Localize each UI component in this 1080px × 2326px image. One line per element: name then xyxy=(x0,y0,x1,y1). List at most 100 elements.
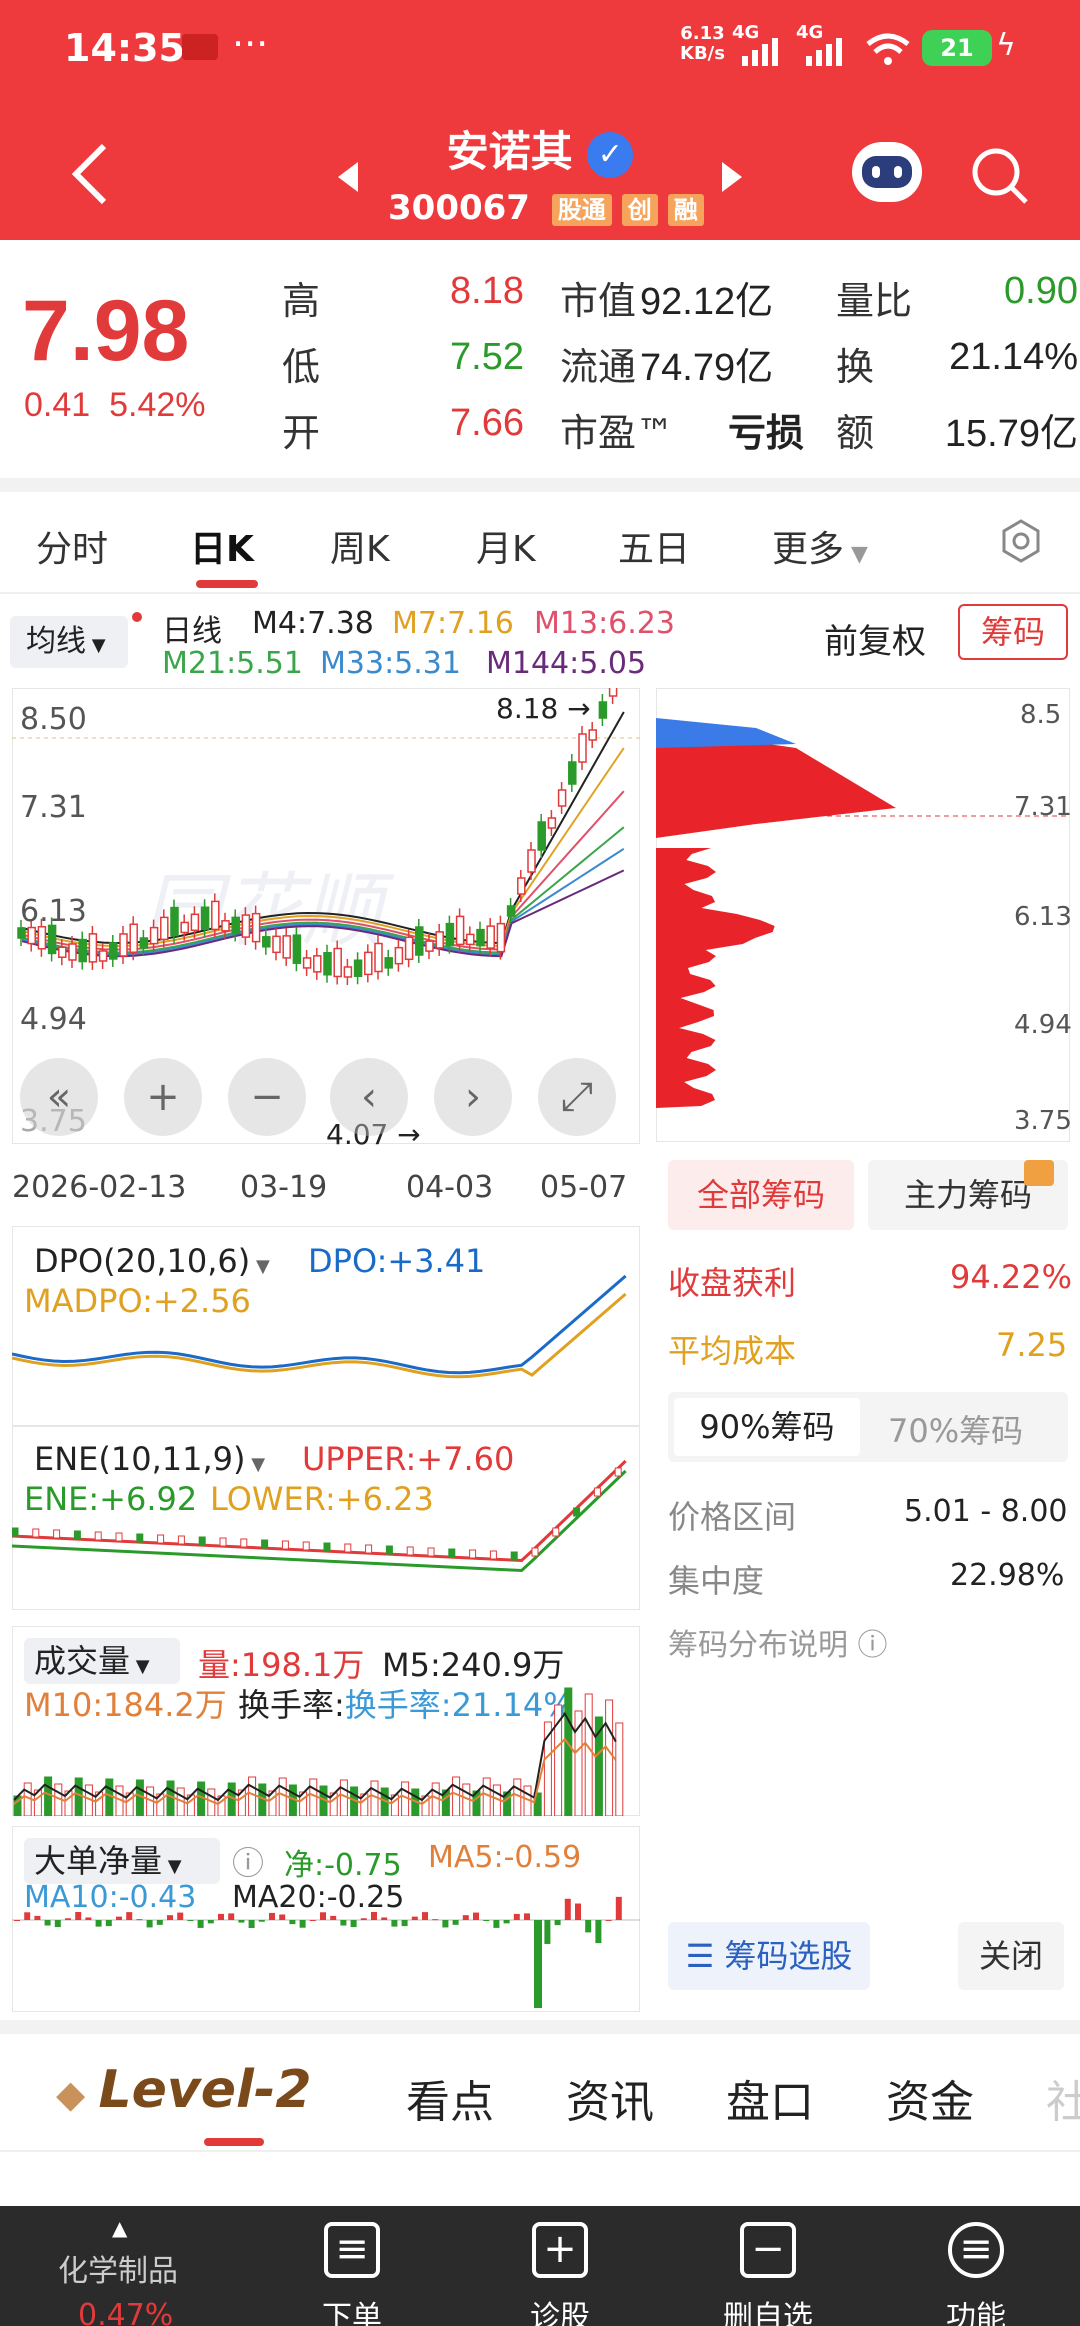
big-order-bar xyxy=(503,1920,510,1924)
robot-assistant-icon[interactable] xyxy=(852,142,922,202)
order-button[interactable]: 下单 xyxy=(282,2292,422,2326)
candle xyxy=(27,926,36,945)
remove-watchlist-icon[interactable]: − xyxy=(740,2222,796,2278)
tab-monthly-k[interactable]: 月K xyxy=(476,520,536,572)
ene-candle xyxy=(32,1528,40,1538)
big-order-bar xyxy=(524,1913,530,1920)
ene-candle xyxy=(177,1535,185,1545)
info-tab-orderbook[interactable]: 盘口 xyxy=(726,2066,814,2130)
tab-daily-k[interactable]: 日K xyxy=(190,520,254,572)
diagnose-icon[interactable]: + xyxy=(532,2222,588,2278)
ene-candle xyxy=(12,1527,19,1537)
sector-pct: 0.47% xyxy=(78,2298,174,2326)
chips-button[interactable]: 筹码 xyxy=(958,604,1068,660)
big-order-bar xyxy=(218,1913,224,1920)
p90-tab[interactable]: 90%筹码 xyxy=(674,1398,860,1456)
big-order-bar xyxy=(360,1918,367,1920)
big-order-bar xyxy=(269,1912,275,1920)
ma-selector[interactable]: 均线 ▼ xyxy=(10,616,128,668)
volume-chart xyxy=(13,1687,624,1816)
ene-candle xyxy=(552,1527,560,1537)
info-tab-news[interactable]: 资讯 xyxy=(566,2066,654,2130)
tab-intraday[interactable]: 分时 xyxy=(36,520,108,572)
candle xyxy=(476,928,485,947)
ene-candle xyxy=(323,1542,331,1552)
current-price: 7.98 xyxy=(22,283,190,379)
candle xyxy=(598,701,608,719)
functions-button[interactable]: 功能 xyxy=(906,2292,1046,2326)
fullscreen-icon[interactable]: ⤢ xyxy=(538,1058,616,1136)
candle xyxy=(251,912,261,943)
info-tab-highlights[interactable]: 看点 xyxy=(406,2066,494,2130)
chips-all-tab[interactable]: 全部筹码 xyxy=(668,1160,854,1230)
big-order-bar xyxy=(575,1903,581,1920)
candle xyxy=(109,942,118,960)
adjust-label[interactable]: 前复权 xyxy=(824,614,926,663)
big-order-bar xyxy=(462,1915,469,1920)
period-label: 日线 xyxy=(162,614,222,649)
sector-name[interactable]: 化学制品 xyxy=(58,2246,178,2290)
big-order-bar xyxy=(167,1915,173,1920)
charging-icon: ϟ xyxy=(996,28,1016,63)
price-change: 0.41 5.42% xyxy=(24,386,206,424)
candle xyxy=(282,935,291,959)
date-label-3: 04-03 xyxy=(406,1170,494,1205)
candle xyxy=(139,937,149,949)
order-icon[interactable]: ≡ xyxy=(324,2222,380,2278)
big-order-bar xyxy=(14,1920,20,1921)
info-tab-funds[interactable]: 资金 xyxy=(886,2066,974,2130)
next-stock-icon[interactable] xyxy=(720,160,744,194)
chips-select-button[interactable]: ☰ 筹码选股 xyxy=(668,1922,870,1990)
zoom-out-icon[interactable]: − xyxy=(228,1058,306,1136)
separator-2 xyxy=(0,2020,1080,2034)
candle xyxy=(211,900,220,931)
date-label-1: 2026-02-13 xyxy=(12,1170,187,1205)
scroll-left-icon[interactable]: « xyxy=(20,1058,98,1136)
move-right-icon[interactable]: › xyxy=(434,1058,512,1136)
candle xyxy=(445,922,455,947)
ma33-value: M33:5.31 xyxy=(320,646,461,681)
ene-candle xyxy=(614,1467,622,1477)
diagnose-button[interactable]: 诊股 xyxy=(490,2292,630,2326)
move-left-icon[interactable]: ‹ xyxy=(330,1058,408,1136)
candle xyxy=(149,926,159,945)
functions-icon[interactable]: ≡ xyxy=(948,2222,1004,2278)
big-order-bar xyxy=(534,1920,542,2008)
candle xyxy=(78,938,87,963)
search-icon[interactable] xyxy=(970,146,1030,206)
tab-more[interactable]: 更多 ▼ xyxy=(772,520,868,572)
zoom-in-icon[interactable]: + xyxy=(124,1058,202,1136)
ene-candle xyxy=(510,1551,518,1561)
candle xyxy=(353,959,363,978)
candle xyxy=(221,920,230,932)
info-tab-community[interactable]: 社 xyxy=(1046,2066,1080,2130)
volume-bar xyxy=(105,1778,114,1816)
candle xyxy=(435,931,444,949)
tab-five-day[interactable]: 五日 xyxy=(618,520,690,572)
big-order-bar xyxy=(585,1920,592,1933)
signal-icon-2 xyxy=(806,38,842,66)
chips-close-button[interactable]: 关闭 xyxy=(958,1922,1064,1990)
big-order-bar xyxy=(401,1920,408,1927)
ma21-value: M21:5.51 xyxy=(162,646,303,681)
big-order-bar xyxy=(320,1912,326,1920)
volume-bar xyxy=(564,1687,573,1816)
tab-weekly-k[interactable]: 周K xyxy=(330,520,390,572)
more-status-icon: ··· xyxy=(232,22,269,66)
settings-icon[interactable] xyxy=(998,518,1044,564)
candle xyxy=(537,821,546,851)
volume-bar xyxy=(452,1776,461,1816)
ene-candle xyxy=(73,1530,81,1540)
chips-explain-link[interactable]: 筹码分布说明 ⓘ xyxy=(668,1620,888,1664)
candle xyxy=(364,951,373,976)
big-order-bar xyxy=(24,1912,31,1920)
big-order-bar xyxy=(207,1920,214,1924)
candle xyxy=(486,925,495,949)
ma144-value: M144:5.05 xyxy=(486,646,647,681)
candle xyxy=(547,817,557,829)
p70-tab[interactable]: 70%筹码 xyxy=(888,1406,1023,1452)
volume-bar xyxy=(74,1777,83,1816)
remove-watchlist-button[interactable]: 删自选 xyxy=(698,2292,838,2326)
candle xyxy=(517,877,526,895)
level2-tab[interactable]: ◆ Level-2 xyxy=(56,2060,312,2120)
